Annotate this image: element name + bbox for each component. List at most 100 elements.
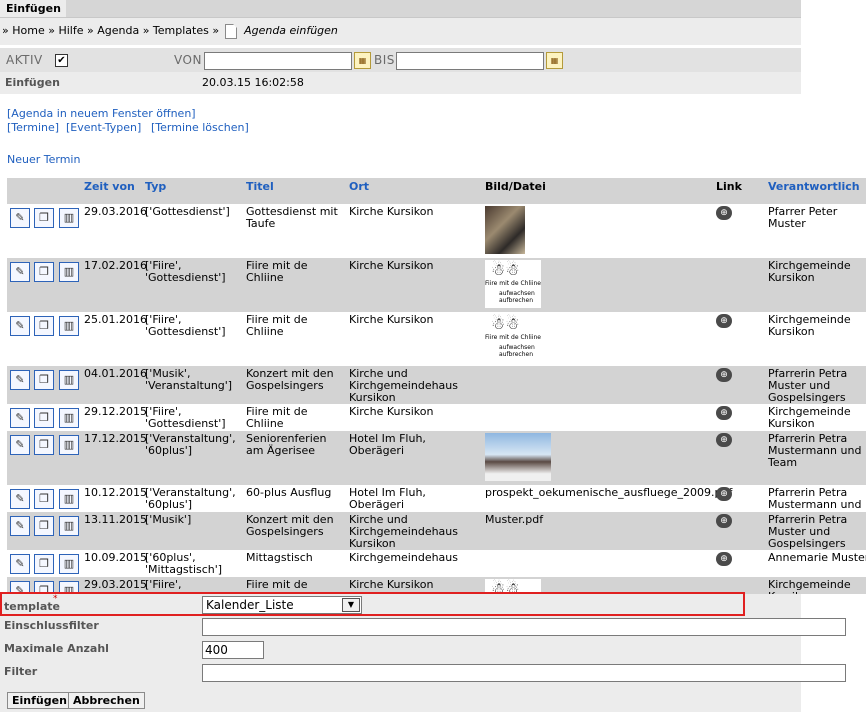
row-date: 10.09.2015 bbox=[84, 551, 147, 564]
von-date-input[interactable] bbox=[204, 52, 352, 70]
table-row: ✎ ❐ ▥ 10.09.2015 ['60plus', 'Mittagstisch'] M… bbox=[7, 550, 866, 577]
link-icon[interactable]: ⊕ bbox=[716, 487, 732, 501]
bis-date-input[interactable] bbox=[396, 52, 544, 70]
termine-link[interactable]: [Termine] bbox=[7, 121, 59, 134]
edit-icon[interactable]: ✎ bbox=[10, 262, 30, 282]
logo-sub-2: aufbrechen bbox=[499, 297, 534, 304]
event-photo[interactable] bbox=[485, 433, 551, 481]
row-date: 17.12.2015 bbox=[84, 432, 147, 445]
header-typ[interactable]: Typ bbox=[145, 180, 166, 193]
row-typ: ['Musik'] bbox=[145, 513, 192, 526]
filter-input[interactable] bbox=[202, 664, 846, 682]
bis-label: BIS bbox=[374, 53, 395, 67]
event-photo[interactable] bbox=[485, 206, 525, 254]
copy-icon[interactable]: ❐ bbox=[34, 208, 54, 228]
copy-icon[interactable]: ❐ bbox=[34, 489, 54, 509]
table-row: ✎ ❐ ▥ 25.01.2016 ['Fiire', 'Gottesdienst'] Fi… bbox=[7, 312, 866, 366]
edit-icon[interactable]: ✎ bbox=[10, 489, 30, 509]
delete-icon[interactable]: ▥ bbox=[59, 554, 79, 574]
logo-sub-2: aufbrechen bbox=[499, 351, 534, 358]
copy-icon[interactable]: ❐ bbox=[34, 262, 54, 282]
table-header: Zeit von Typ Titel Ort Bild/Datei Link V… bbox=[7, 178, 866, 204]
row-ort: Kirche und Kirchgemeindehaus Kursikon bbox=[349, 513, 458, 550]
filter-label: Filter bbox=[4, 665, 38, 678]
einfuegen-button[interactable]: Einfügen bbox=[7, 692, 72, 709]
link-icon[interactable]: ⊕ bbox=[716, 368, 732, 382]
link-icon[interactable]: ⊕ bbox=[716, 433, 732, 447]
logo-title: Fiire mit de Chliine bbox=[485, 280, 541, 287]
bis-calendar-icon[interactable]: ▦ bbox=[546, 52, 563, 69]
copy-icon[interactable]: ❐ bbox=[34, 554, 54, 574]
header-verantwortlich[interactable]: Verantwortlich bbox=[768, 180, 860, 193]
delete-icon[interactable]: ▥ bbox=[59, 516, 79, 536]
neuer-termin-link[interactable]: Neuer Termin bbox=[7, 153, 80, 166]
aktiv-label: AKTIV bbox=[6, 53, 43, 67]
row-verantwortlich: Pfarrer Peter Muster bbox=[768, 205, 838, 230]
row-ort: Hotel Im Fluh, Oberägeri bbox=[349, 486, 426, 511]
abbrechen-button[interactable]: Abbrechen bbox=[68, 692, 145, 709]
aktiv-checkbox[interactable]: ✔ bbox=[55, 54, 68, 67]
delete-icon[interactable]: ▥ bbox=[59, 262, 79, 282]
breadcrumb-templates[interactable]: » Templates bbox=[143, 24, 209, 37]
table-row: ✎ ❐ ▥ 29.12.2015 ['Fiire', 'Gottesdienst'] Fi… bbox=[7, 404, 866, 431]
edit-icon[interactable]: ✎ bbox=[10, 370, 30, 390]
attachment-file-link[interactable]: Muster.pdf bbox=[485, 514, 543, 526]
breadcrumb-hilfe[interactable]: » Hilfe bbox=[48, 24, 83, 37]
row-typ: ['Fiire', 'Gottesdienst'] bbox=[145, 313, 226, 338]
open-new-window-link[interactable]: [Agenda in neuem Fenster öffnen] bbox=[7, 107, 196, 120]
row-date: 13.11.2015 bbox=[84, 513, 147, 526]
breadcrumb-separator: » bbox=[212, 24, 220, 37]
link-icon[interactable]: ⊕ bbox=[716, 206, 732, 220]
attachment-file-link[interactable]: prospekt_oekumenische_ausfluege_2009.pdf bbox=[485, 487, 732, 499]
maximale-anzahl-input[interactable]: 400 bbox=[202, 641, 264, 659]
copy-icon[interactable]: ❐ bbox=[34, 516, 54, 536]
tab-einfuegen[interactable]: Einfügen bbox=[0, 0, 67, 17]
edit-icon[interactable]: ✎ bbox=[10, 316, 30, 336]
logo-sub-1: aufwachsen bbox=[499, 344, 535, 351]
edit-icon[interactable]: ✎ bbox=[10, 516, 30, 536]
termine-loeschen-link[interactable]: [Termine löschen] bbox=[151, 121, 249, 134]
tab-strip bbox=[66, 0, 801, 17]
row-date: 29.03.2016 bbox=[84, 205, 147, 218]
header-ort[interactable]: Ort bbox=[349, 180, 369, 193]
edit-icon[interactable]: ✎ bbox=[10, 435, 30, 455]
edit-icon[interactable]: ✎ bbox=[10, 208, 30, 228]
header-bild-datei: Bild/Datei bbox=[485, 180, 546, 193]
link-icon[interactable]: ⊕ bbox=[716, 314, 732, 328]
copy-icon[interactable]: ❐ bbox=[34, 435, 54, 455]
einschlussfilter-input[interactable] bbox=[202, 618, 846, 636]
edit-icon[interactable]: ✎ bbox=[10, 408, 30, 428]
row-ort: Kirche Kursikon bbox=[349, 578, 434, 591]
edit-icon[interactable]: ✎ bbox=[10, 554, 30, 574]
breadcrumb-agenda[interactable]: » Agenda bbox=[87, 24, 139, 37]
maximale-anzahl-label: Maximale Anzahl bbox=[4, 642, 109, 655]
row-titel: Fiire mit de Chliine bbox=[246, 405, 308, 430]
row-date: 17.02.2016 bbox=[84, 259, 147, 272]
delete-icon[interactable]: ▥ bbox=[59, 435, 79, 455]
template-select-value: Kalender_Liste bbox=[206, 598, 294, 612]
link-icon[interactable]: ⊕ bbox=[716, 514, 732, 528]
copy-icon[interactable]: ❐ bbox=[34, 408, 54, 428]
delete-icon[interactable]: ▥ bbox=[59, 370, 79, 390]
header-zeit-von[interactable]: Zeit von bbox=[84, 180, 135, 193]
fiire-logo-image[interactable]: ☃☃ Fiire mit de Chliine aufwachsen aufbrech… bbox=[485, 314, 541, 362]
breadcrumb-home[interactable]: » Home bbox=[2, 24, 45, 37]
row-date: 29.12.2015 bbox=[84, 405, 147, 418]
einfuegen-label: Einfügen bbox=[5, 76, 60, 89]
delete-icon[interactable]: ▥ bbox=[59, 316, 79, 336]
link-icon[interactable]: ⊕ bbox=[716, 406, 732, 420]
delete-icon[interactable]: ▥ bbox=[59, 208, 79, 228]
chevron-down-icon[interactable]: ▼ bbox=[342, 598, 360, 612]
header-titel[interactable]: Titel bbox=[246, 180, 274, 193]
copy-icon[interactable]: ❐ bbox=[34, 370, 54, 390]
row-titel: Fiire mit de Chliine bbox=[246, 259, 308, 284]
delete-icon[interactable]: ▥ bbox=[59, 408, 79, 428]
fiire-logo-image[interactable]: ☃☃ Fiire mit de Chliine aufwachsen aufbrech… bbox=[485, 260, 541, 308]
table-row: ✎ ❐ ▥ 29.03.2016 ['Gottesdienst'] Gottesdiens… bbox=[7, 204, 866, 258]
template-select[interactable]: Kalender_Liste ▼ bbox=[202, 596, 362, 614]
event-typen-link[interactable]: [Event-Typen] bbox=[66, 121, 141, 134]
delete-icon[interactable]: ▥ bbox=[59, 489, 79, 509]
copy-icon[interactable]: ❐ bbox=[34, 316, 54, 336]
link-icon[interactable]: ⊕ bbox=[716, 552, 732, 566]
von-calendar-icon[interactable]: ▦ bbox=[354, 52, 371, 69]
